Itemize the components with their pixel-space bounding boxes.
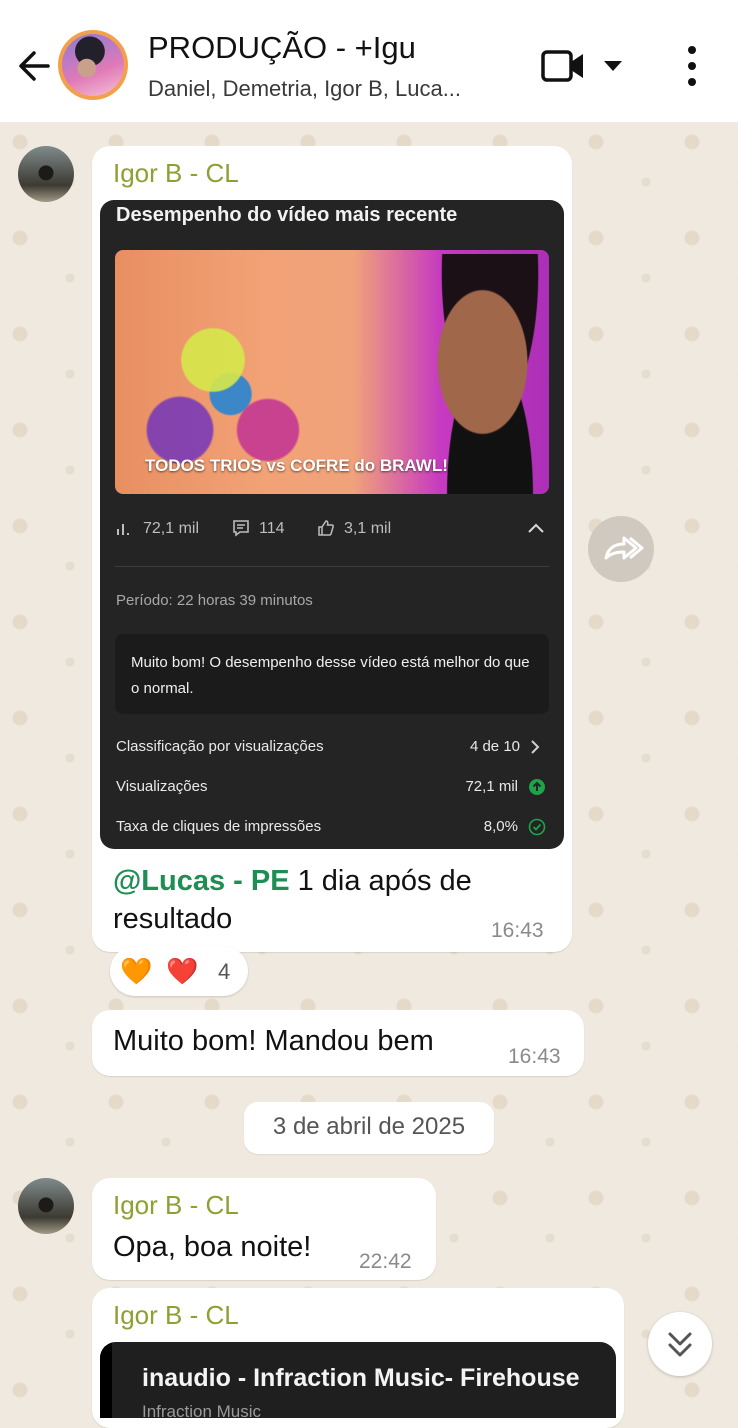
sender-name[interactable]: Igor B - CL xyxy=(113,158,239,189)
likes-icon xyxy=(316,518,336,538)
sender-name[interactable]: Igor B - CL xyxy=(113,1190,239,1221)
views-stat: 72,1 mil xyxy=(143,520,200,537)
thumbnail-caption: TODOS TRIOS vs COFRE do BRAWL! xyxy=(145,456,448,475)
chat-header: PRODUÇÃO - +Igu Daniel, Demetria, Igor B… xyxy=(0,0,738,122)
card-divider xyxy=(115,566,549,567)
views-icon xyxy=(114,518,134,538)
date-separator-text: 3 de abril de 2025 xyxy=(272,1113,466,1140)
performance-note-text: Muito bom! O desempenho desse vídeo está… xyxy=(131,654,530,697)
chevron-up-icon xyxy=(526,520,546,536)
arrow-up-circle-icon xyxy=(528,778,546,796)
chevron-right-icon xyxy=(528,739,542,755)
message-text: Muito bom! Mandou bem xyxy=(113,1025,434,1057)
analytics-screenshot[interactable]: Desempenho do vídeo mais recente TODOS T… xyxy=(100,200,564,849)
orange-heart-emoji: 🧡 xyxy=(120,956,153,986)
sender-name[interactable]: Igor B - CL xyxy=(113,1300,239,1331)
mention-link[interactable]: @Lucas - PE xyxy=(113,865,290,897)
link-title: inaudio - Infraction Music- Firehouse xyxy=(142,1364,580,1392)
sender-avatar[interactable] xyxy=(18,1178,74,1234)
dropdown-icon[interactable] xyxy=(600,56,626,76)
card-title: Desempenho do vídeo mais recente xyxy=(116,204,458,226)
reactions-pill[interactable]: 🧡 ❤️ 4 xyxy=(110,946,248,996)
message-time: 16:43 xyxy=(508,1045,561,1068)
group-participants[interactable]: Daniel, Demetria, Igor B, Luca... xyxy=(148,76,461,102)
message-text: Opa, boa noite! xyxy=(113,1231,312,1263)
ctr-value: 8,0% xyxy=(483,818,518,835)
red-heart-emoji: ❤️ xyxy=(166,956,199,986)
more-vert-icon[interactable] xyxy=(680,44,704,88)
message-text[interactable]: @Lucas - PE 1 dia após de resultado xyxy=(113,862,533,938)
period-text: Período: 22 horas 39 minutos xyxy=(116,592,313,609)
date-separator: 3 de abril de 2025 xyxy=(244,1102,494,1154)
reaction-count: 4 xyxy=(218,959,231,984)
comments-icon xyxy=(231,518,251,538)
group-avatar[interactable] xyxy=(58,30,128,100)
double-chevron-down-icon[interactable] xyxy=(648,1312,712,1376)
likes-stat: 3,1 mil xyxy=(344,520,392,537)
message-time: 16:43 xyxy=(491,919,544,942)
ctr-label: Taxa de cliques de impressões xyxy=(116,818,322,835)
sender-avatar[interactable] xyxy=(18,146,74,202)
video-thumbnail: TODOS TRIOS vs COFRE do BRAWL! xyxy=(115,250,549,494)
views-label: Visualizações xyxy=(116,778,208,795)
link-subtitle: Infraction Music xyxy=(142,1402,262,1418)
ranking-value: 4 de 10 xyxy=(469,738,520,755)
link-preview-card[interactable]: inaudio - Infraction Music- Firehouse In… xyxy=(100,1342,616,1418)
views-value: 72,1 mil xyxy=(465,778,518,795)
video-call-icon[interactable] xyxy=(540,46,586,86)
back-arrow-icon[interactable] xyxy=(14,48,54,84)
forward-icon[interactable] xyxy=(588,516,654,582)
comments-stat: 114 xyxy=(259,520,285,537)
check-circle-icon xyxy=(528,818,546,836)
ranking-label: Classificação por visualizações xyxy=(116,738,324,755)
performance-note: Muito bom! O desempenho desse vídeo está… xyxy=(115,634,549,714)
group-title[interactable]: PRODUÇÃO - +Igu xyxy=(148,30,416,66)
message-time: 22:42 xyxy=(359,1250,412,1273)
